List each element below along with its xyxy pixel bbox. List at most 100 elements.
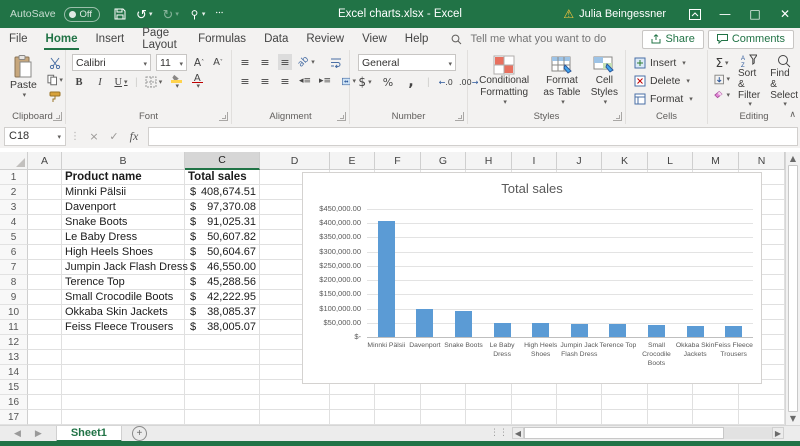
cell-H17[interactable]	[466, 410, 512, 425]
middle-align-icon[interactable]: ≡	[258, 54, 272, 70]
tab-review[interactable]: Review	[297, 28, 353, 50]
font-size-select[interactable]: 11	[155, 54, 187, 71]
tab-page-layout[interactable]: Page Layout	[133, 27, 189, 51]
cell-B3[interactable]: Davenport	[62, 200, 185, 215]
decrease-font-size-button[interactable]: A ˅	[211, 55, 225, 71]
cell-C12[interactable]	[185, 335, 260, 350]
cell-H16[interactable]	[466, 395, 512, 410]
tab-split-handle[interactable]: ⋮⋮	[490, 428, 508, 438]
cell-B5[interactable]: Le Baby Dress	[62, 230, 185, 245]
row-header-4[interactable]: 4	[0, 215, 28, 230]
new-sheet-button[interactable]: +	[131, 426, 147, 441]
cell-B1[interactable]: Product name	[62, 170, 185, 185]
cell-C5[interactable]: $50,607.82	[185, 230, 260, 245]
cell-B2[interactable]: Minnki Pälsii	[62, 185, 185, 200]
row-header-15[interactable]: 15	[0, 380, 28, 395]
cell-K17[interactable]	[602, 410, 648, 425]
cell-A7[interactable]	[28, 260, 62, 275]
redo-dropdown-icon[interactable]: ▾	[175, 11, 179, 18]
cell-C1[interactable]: Total sales	[185, 170, 260, 185]
cell-A14[interactable]	[28, 365, 62, 380]
chart-bar-5[interactable]	[532, 322, 550, 337]
touch-mode-button[interactable]: ▾	[189, 9, 206, 20]
horizontal-scrollbar[interactable]: ⋮⋮ ◀ ▶	[490, 427, 790, 439]
cell-K16[interactable]	[602, 395, 648, 410]
enter-icon[interactable]: ✓	[104, 130, 124, 143]
touch-mode-dropdown-icon[interactable]: ▾	[202, 11, 206, 18]
row-header-10[interactable]: 10	[0, 305, 28, 320]
clipboard-dialog-launcher-icon[interactable]	[53, 112, 62, 121]
number-dialog-launcher-icon[interactable]	[455, 112, 464, 121]
cell-A5[interactable]	[28, 230, 62, 245]
tab-home[interactable]: Home	[37, 28, 87, 50]
format-painter-icon[interactable]	[47, 90, 63, 104]
chart-bar-7[interactable]	[609, 324, 627, 337]
cell-A10[interactable]	[28, 305, 62, 320]
cell-F17[interactable]	[375, 410, 421, 425]
row-header-17[interactable]: 17	[0, 410, 28, 425]
cell-I17[interactable]	[512, 410, 557, 425]
cell-J17[interactable]	[557, 410, 602, 425]
row-header-12[interactable]: 12	[0, 335, 28, 350]
cell-C2[interactable]: $408,674.51	[185, 185, 260, 200]
delete-cells-button[interactable]: Delete	[634, 73, 701, 89]
vertical-scrollbar[interactable]: ▲ ▼	[785, 152, 800, 425]
cell-L16[interactable]	[648, 395, 693, 410]
column-header-I[interactable]: I	[512, 152, 557, 170]
tab-formulas[interactable]: Formulas	[189, 28, 255, 50]
comma-style-button[interactable]: ,	[404, 74, 418, 90]
cell-C15[interactable]	[185, 380, 260, 395]
minimize-button[interactable]: —	[710, 0, 740, 28]
cell-A12[interactable]	[28, 335, 62, 350]
cancel-icon[interactable]: ×	[84, 130, 104, 143]
cell-C3[interactable]: $97,370.08	[185, 200, 260, 215]
bottom-align-icon[interactable]: ≡	[278, 54, 292, 70]
share-button[interactable]: Share	[642, 29, 704, 49]
tab-data[interactable]: Data	[255, 28, 297, 50]
number-format-select[interactable]: General	[358, 54, 456, 71]
user-name[interactable]: Julia Beingessner	[579, 8, 666, 20]
column-header-G[interactable]: G	[421, 152, 466, 170]
scroll-up-icon[interactable]: ▲	[786, 152, 800, 165]
accounting-format-button[interactable]: $	[358, 74, 372, 90]
cell-B6[interactable]: High Heels Shoes	[62, 245, 185, 260]
conditional-formatting-button[interactable]: Conditional Formatting	[472, 53, 536, 108]
italic-button[interactable]: I	[93, 74, 107, 90]
row-header-13[interactable]: 13	[0, 350, 28, 365]
row-header-14[interactable]: 14	[0, 365, 28, 380]
row-header-3[interactable]: 3	[0, 200, 28, 215]
align-right-icon[interactable]: ≡	[278, 73, 292, 89]
underline-button[interactable]: U	[114, 74, 128, 90]
cell-C14[interactable]	[185, 365, 260, 380]
column-header-L[interactable]: L	[648, 152, 693, 170]
orientation-button[interactable]: ab	[296, 54, 315, 70]
font-dialog-launcher-icon[interactable]	[219, 112, 228, 121]
insert-function-button[interactable]: fx	[124, 129, 144, 144]
fill-color-button[interactable]	[169, 74, 183, 90]
cell-D17[interactable]	[260, 410, 330, 425]
formula-bar-splitter[interactable]: ⋮	[70, 131, 80, 142]
alignment-dialog-launcher-icon[interactable]	[337, 112, 346, 121]
percent-style-button[interactable]: %	[381, 74, 395, 90]
collapse-ribbon-icon[interactable]: ∧	[789, 110, 796, 120]
scroll-right-icon[interactable]: ▶	[772, 427, 784, 439]
undo-dropdown-icon[interactable]: ▾	[149, 11, 153, 18]
cell-M17[interactable]	[693, 410, 739, 425]
column-header-F[interactable]: F	[375, 152, 421, 170]
cell-A3[interactable]	[28, 200, 62, 215]
cell-B14[interactable]	[62, 365, 185, 380]
column-header-C[interactable]: C	[185, 152, 260, 170]
chart-bar-6[interactable]	[570, 323, 588, 337]
cell-A11[interactable]	[28, 320, 62, 335]
chart-bar-9[interactable]	[686, 326, 704, 337]
horizontal-scroll-thumb[interactable]	[524, 427, 724, 439]
autosum-button[interactable]: Σ	[714, 56, 730, 70]
chart-bar-2[interactable]	[416, 309, 434, 337]
align-center-icon[interactable]: ≡	[258, 73, 272, 89]
column-header-H[interactable]: H	[466, 152, 512, 170]
cell-C8[interactable]: $45,288.56	[185, 275, 260, 290]
insert-cells-button[interactable]: Insert	[634, 55, 701, 71]
cell-D16[interactable]	[260, 395, 330, 410]
cell-B15[interactable]	[62, 380, 185, 395]
close-button[interactable]: ✕	[770, 0, 800, 28]
